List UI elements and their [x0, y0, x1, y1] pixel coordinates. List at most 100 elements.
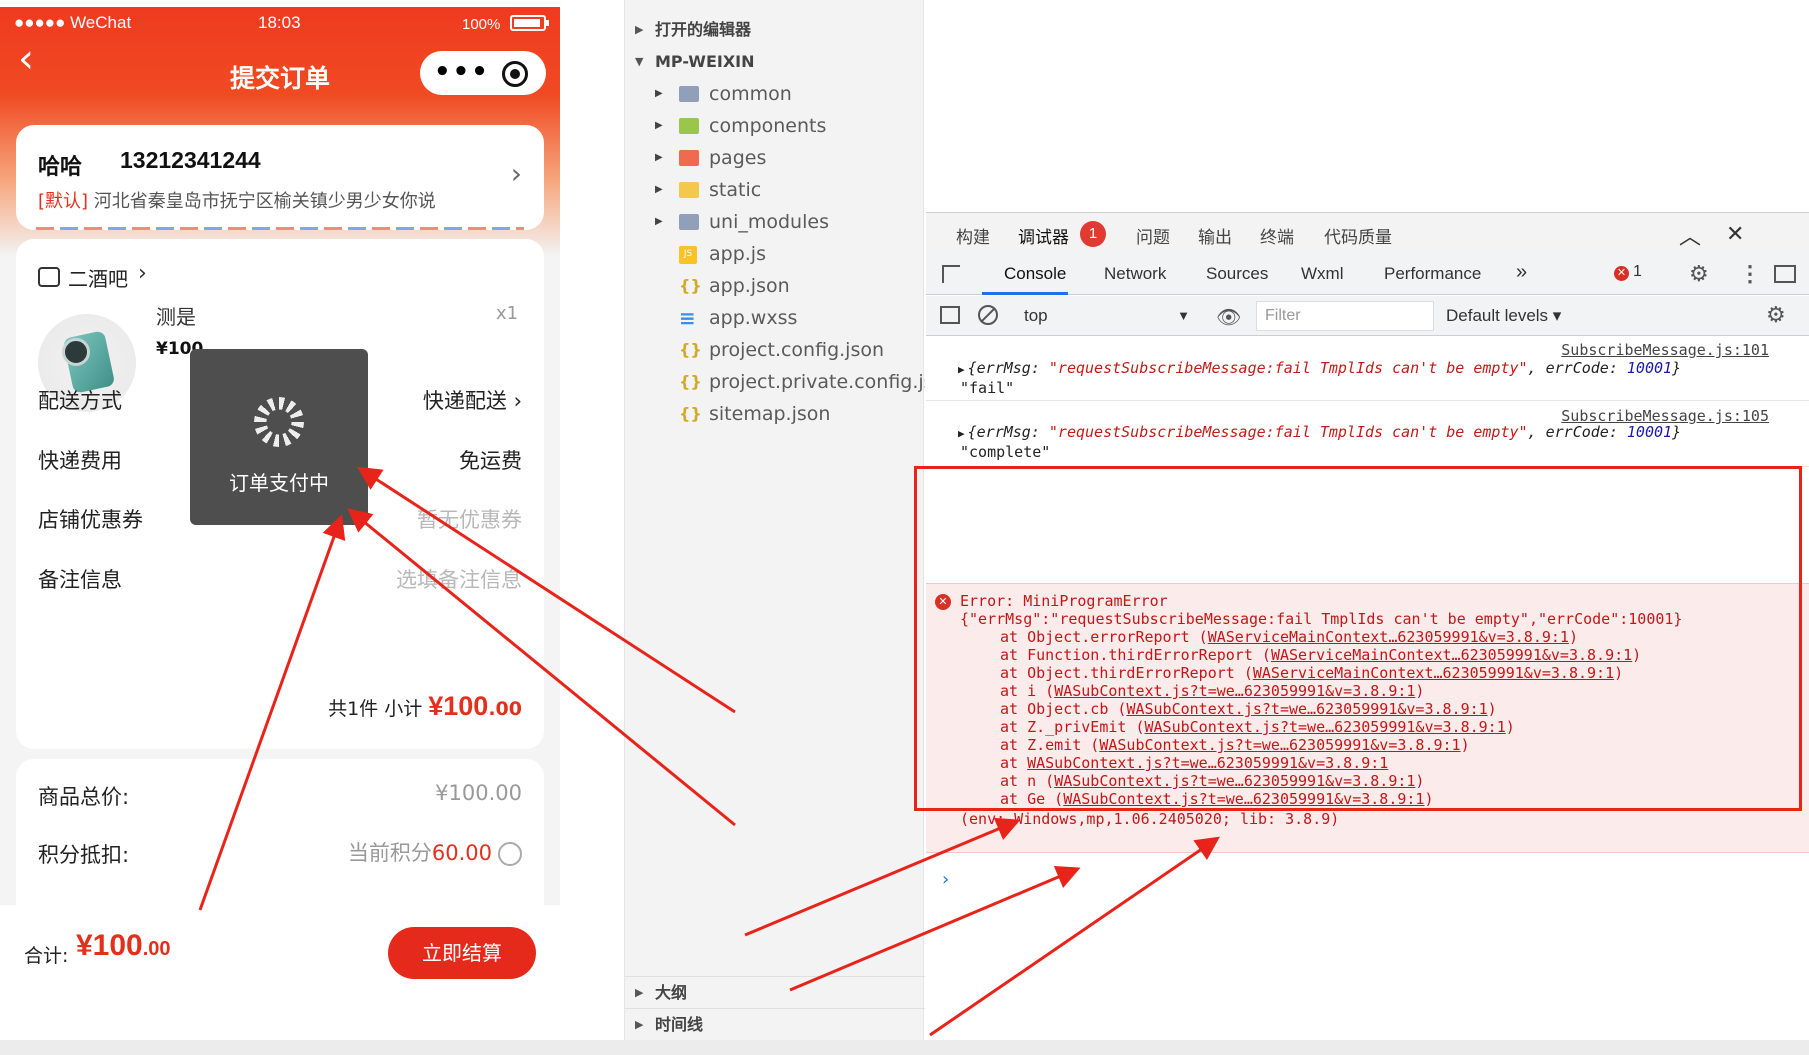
address-detail: 河北省秦皇岛市抚宁区榆关镇少男少女你说 — [93, 191, 436, 212]
product-quantity: x1 — [496, 303, 519, 324]
devtools-tabs: Console Network Sources Wxml Performance… — [926, 253, 1809, 295]
more-tabs-icon[interactable]: » — [1516, 261, 1527, 284]
sidebar-toggle-icon[interactable] — [940, 306, 960, 324]
tree-item-project-config[interactable]: {} project.config.json — [625, 334, 925, 366]
expand-caret-icon[interactable]: ▶ — [958, 363, 965, 376]
inspect-element-icon[interactable] — [942, 265, 960, 283]
tab-build[interactable]: 构建 — [956, 223, 990, 248]
log-errcode-key: , errCode: — [1527, 359, 1627, 377]
console-settings-gear-icon[interactable]: ⚙ — [1766, 302, 1786, 328]
filter-input[interactable]: Filter — [1256, 301, 1434, 331]
log-object[interactable]: ▶ {errMsg: "requestSubscribeMessage:fail … — [958, 423, 1681, 441]
console-prompt[interactable]: › — [940, 869, 951, 890]
log-errcode-key: , errCode: — [1527, 423, 1627, 441]
battery-percent: 100% — [462, 16, 501, 33]
tree-item-sitemap[interactable]: {} sitemap.json — [625, 398, 925, 430]
product-name: 测是 — [156, 305, 196, 329]
log-errmsg: "requestSubscribeMessage:fail TmplIds ca… — [1048, 423, 1528, 441]
default-tag: [默认] — [38, 191, 89, 212]
coupon-value[interactable]: 暂无优惠券 — [417, 504, 522, 534]
phone-simulator: ●●●●● WeChat 18:03 100% ‹ 提交订单 ••• 哈哈 13… — [0, 7, 560, 999]
tab-sources[interactable]: Sources — [1206, 264, 1268, 284]
status-time: 18:03 — [258, 13, 301, 32]
checkout-button[interactable]: 立即结算 — [388, 927, 536, 979]
tab-console[interactable]: Console — [1004, 264, 1066, 284]
section-label: MP-WEIXIN — [655, 52, 755, 71]
chevron-right-icon: ▶ — [655, 152, 663, 163]
section-label: 时间线 — [655, 1015, 704, 1034]
tree-item-components[interactable]: ▶ components — [625, 110, 925, 142]
components-folder-icon — [679, 118, 699, 134]
error-counter[interactable]: ✕ 1 — [1614, 263, 1642, 281]
subtotal-prefix: 共1件 小计 — [328, 698, 429, 720]
log-source-link[interactable]: SubscribeMessage.js:101 — [1561, 341, 1769, 359]
kebab-menu-icon[interactable]: ⋮ — [1739, 261, 1761, 287]
live-expression-eye-icon[interactable]: 👁 — [1216, 305, 1241, 330]
folder-icon — [679, 86, 699, 102]
error-highlight-box — [914, 466, 1802, 811]
shipping-fee-value: 免运费 — [459, 449, 522, 473]
open-editors-section[interactable]: ▶ 打开的编辑器 — [625, 14, 925, 46]
shop-name[interactable]: 二酒吧 — [68, 263, 128, 292]
loading-spinner-icon — [254, 397, 304, 447]
debugger-error-badge: 1 — [1080, 221, 1106, 247]
total-amount: ¥100.00 — [76, 929, 171, 963]
points-radio[interactable] — [498, 842, 522, 866]
coupon-label: 店铺优惠券 — [38, 508, 143, 532]
context-select[interactable]: top ▼ — [1018, 302, 1198, 330]
project-section[interactable]: ▼ MP-WEIXIN — [625, 46, 925, 78]
outline-section[interactable]: ▶ 大纲 — [625, 976, 925, 1008]
chevron-right-icon: › — [138, 261, 147, 286]
error-env: (env: Windows,mp,1.06.2405020; lib: 3.8.… — [960, 810, 1340, 828]
log-errcode: 10001 — [1626, 423, 1673, 441]
chevron-right-icon: ▶ — [655, 120, 663, 131]
tree-item-app-wxss[interactable]: ≡ app.wxss — [625, 302, 925, 334]
log-object[interactable]: ▶ {errMsg: "requestSubscribeMessage:fail … — [958, 359, 1681, 377]
total-label: 合计: — [24, 945, 69, 967]
subtotal: 共1件 小计 ¥100.00 — [328, 691, 522, 722]
address-card[interactable]: 哈哈 13212341244 [默认] 河北省秦皇岛市抚宁区榆关镇少男少女你说 … — [16, 125, 544, 230]
tab-network[interactable]: Network — [1104, 264, 1166, 284]
chevron-right-icon: ▶ — [635, 1018, 644, 1031]
tree-item-uni-modules[interactable]: ▶ uni_modules — [625, 206, 925, 238]
settings-gear-icon[interactable]: ⚙ — [1689, 261, 1709, 287]
clear-console-icon[interactable] — [978, 305, 998, 325]
tree-item-common[interactable]: ▶ common — [625, 78, 925, 110]
tab-problems[interactable]: 问题 — [1136, 223, 1170, 248]
toast-text: 订单支付中 — [229, 471, 329, 495]
caret-down-icon: ▼ — [1177, 308, 1190, 323]
subtotal-decimal: .00 — [488, 698, 522, 720]
close-icon[interactable]: ✕ — [1726, 221, 1744, 247]
tab-performance[interactable]: Performance — [1384, 264, 1481, 284]
tree-item-project-private-config[interactable]: {} project.private.config.js... — [625, 366, 925, 398]
json-file-icon: {} — [679, 276, 702, 295]
more-icon[interactable]: ••• — [434, 57, 490, 87]
checkout-bar: 合计: ¥100.00 立即结算 — [0, 905, 560, 999]
tab-debugger[interactable]: 调试器 — [1018, 223, 1069, 248]
close-miniprogram-icon[interactable] — [502, 61, 528, 87]
tab-code-quality[interactable]: 代码质量 — [1324, 223, 1392, 248]
tree-item-app-js[interactable]: JS app.js — [625, 238, 925, 270]
tree-item-static[interactable]: ▶ static — [625, 174, 925, 206]
recipient-name: 哈哈 — [38, 155, 83, 180]
tree-item-pages[interactable]: ▶ pages — [625, 142, 925, 174]
log-levels-select[interactable]: Default levels ▾ — [1446, 306, 1561, 326]
tab-terminal[interactable]: 终端 — [1260, 223, 1294, 248]
tab-wxml[interactable]: Wxml — [1301, 264, 1343, 284]
tab-output[interactable]: 输出 — [1198, 223, 1232, 248]
delivery-select[interactable]: 快递配送 › — [423, 385, 522, 415]
dock-side-icon[interactable] — [1774, 265, 1796, 283]
debug-panel-tabs: 构建 调试器 1 问题 输出 终端 代码质量 ︿ ✕ — [926, 213, 1809, 253]
tree-item-app-json[interactable]: {} app.json — [625, 270, 925, 302]
expand-caret-icon[interactable]: ▶ — [958, 427, 965, 440]
log-entry: SubscribeMessage.js:101 ▶ {errMsg: "reque… — [926, 337, 1809, 401]
chevron-right-icon: ▶ — [655, 216, 663, 227]
chevron-right-icon: ▶ — [655, 88, 663, 99]
menu-capsule[interactable]: ••• — [420, 51, 546, 95]
remark-input[interactable]: 选填备注信息 — [396, 564, 522, 594]
context-value: top — [1024, 306, 1048, 325]
points-prefix: 当前积分 — [347, 841, 432, 865]
error-icon: ✕ — [1614, 266, 1629, 281]
timeline-section[interactable]: ▶ 时间线 — [625, 1008, 925, 1040]
chevron-up-icon[interactable]: ︿ — [1679, 219, 1701, 251]
